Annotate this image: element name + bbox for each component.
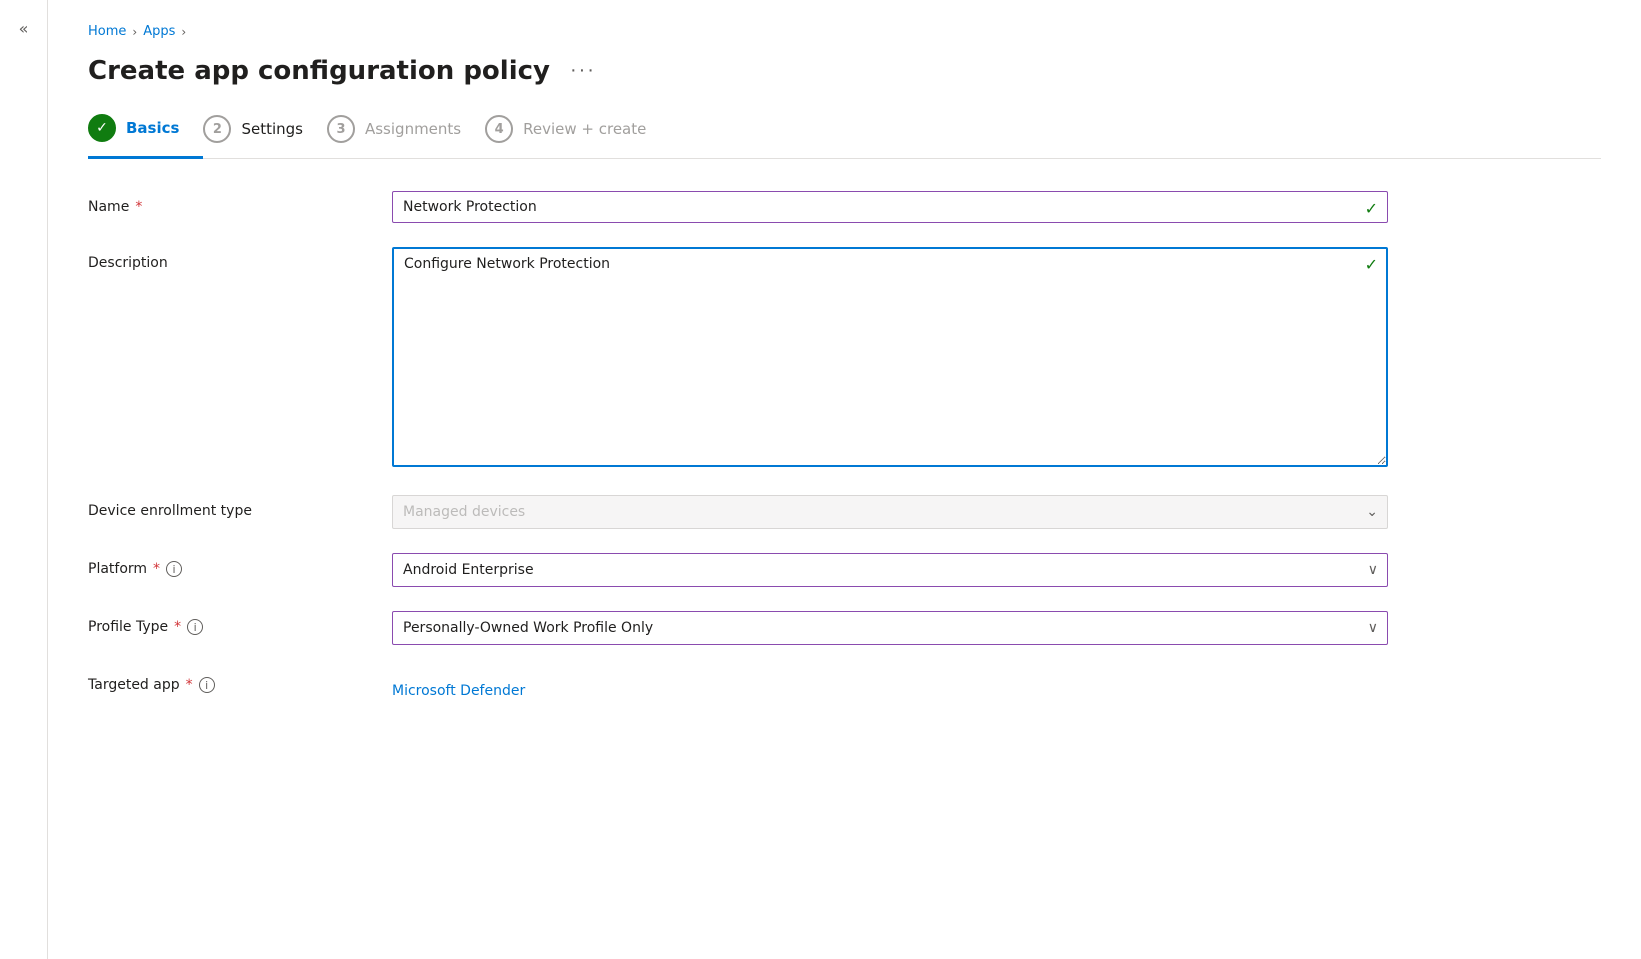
form-label-name: Name * — [88, 191, 368, 215]
description-control-wrap: Configure Network Protection ✓ — [392, 247, 1388, 471]
form-label-device-enrollment: Device enrollment type — [88, 495, 368, 519]
sidebar: « — [0, 0, 48, 959]
step-label-settings: Settings — [241, 120, 303, 138]
targeted-app-value-wrap: Microsoft Defender — [392, 669, 1388, 699]
description-textarea[interactable]: Configure Network Protection — [392, 247, 1388, 467]
step-settings[interactable]: 2 Settings — [203, 115, 327, 157]
name-input[interactable] — [392, 191, 1388, 223]
form-row-profile-type: Profile Type * i Personally-Owned Work P… — [88, 611, 1388, 645]
platform-select-wrap: Android EnterpriseiOS/iPadOSWindows ∨ — [392, 553, 1388, 587]
form-row-device-enrollment: Device enrollment type Managed devices ⌄ — [88, 495, 1388, 529]
sidebar-collapse-button[interactable]: « — [8, 12, 40, 44]
form-label-profile-type: Profile Type * i — [88, 611, 368, 635]
breadcrumb-sep-1: › — [132, 25, 137, 39]
targeted-app-link[interactable]: Microsoft Defender — [392, 675, 525, 699]
form-label-description: Description — [88, 247, 368, 271]
more-options-button[interactable]: ··· — [562, 55, 604, 86]
required-star-profile-type: * — [174, 619, 181, 635]
form-label-targeted-app: Targeted app * i — [88, 669, 368, 693]
description-checkmark-icon: ✓ — [1365, 255, 1378, 274]
form-row-platform: Platform * i Android EnterpriseiOS/iPadO… — [88, 553, 1388, 587]
main-content: Home › Apps › Create app configuration p… — [48, 0, 1641, 959]
required-star-name: * — [135, 199, 142, 215]
wizard-steps: ✓ Basics 2 Settings 3 Assignments 4 Revi… — [88, 114, 1601, 159]
platform-info-icon[interactable]: i — [166, 561, 182, 577]
step-label-assignments: Assignments — [365, 120, 461, 138]
form-label-platform: Platform * i — [88, 553, 368, 577]
breadcrumb-apps[interactable]: Apps — [143, 24, 175, 39]
name-control-wrap: ✓ — [392, 191, 1388, 223]
step-circle-review: 4 — [485, 115, 513, 143]
platform-select[interactable]: Android EnterpriseiOS/iPadOSWindows — [392, 553, 1388, 587]
breadcrumb-sep-2: › — [181, 25, 186, 39]
required-star-targeted-app: * — [186, 677, 193, 693]
breadcrumb-home[interactable]: Home — [88, 24, 126, 39]
form-section: Name * ✓ Description Configure Network P… — [88, 191, 1388, 699]
collapse-icon: « — [19, 19, 29, 38]
device-enrollment-select[interactable]: Managed devices — [392, 495, 1388, 529]
targeted-app-info-icon[interactable]: i — [199, 677, 215, 693]
step-circle-settings: 2 — [203, 115, 231, 143]
breadcrumb: Home › Apps › — [88, 24, 1601, 39]
step-circle-assignments: 3 — [327, 115, 355, 143]
form-row-targeted-app: Targeted app * i Microsoft Defender — [88, 669, 1388, 699]
page-title: Create app configuration policy — [88, 56, 550, 86]
step-label-review: Review + create — [523, 120, 646, 138]
profile-type-info-icon[interactable]: i — [187, 619, 203, 635]
step-label-basics: Basics — [126, 119, 179, 137]
profile-type-select[interactable]: Personally-Owned Work Profile OnlyCorpor… — [392, 611, 1388, 645]
step-basics[interactable]: ✓ Basics — [88, 114, 203, 159]
profile-type-select-wrap: Personally-Owned Work Profile OnlyCorpor… — [392, 611, 1388, 645]
form-row-description: Description Configure Network Protection… — [88, 247, 1388, 471]
required-star-platform: * — [153, 561, 160, 577]
page-title-row: Create app configuration policy ··· — [88, 55, 1601, 86]
step-circle-basics: ✓ — [88, 114, 116, 142]
device-enrollment-select-wrap: Managed devices ⌄ — [392, 495, 1388, 529]
step-review-create[interactable]: 4 Review + create — [485, 115, 670, 157]
name-checkmark-icon: ✓ — [1365, 199, 1378, 218]
step-assignments[interactable]: 3 Assignments — [327, 115, 485, 157]
form-row-name: Name * ✓ — [88, 191, 1388, 223]
